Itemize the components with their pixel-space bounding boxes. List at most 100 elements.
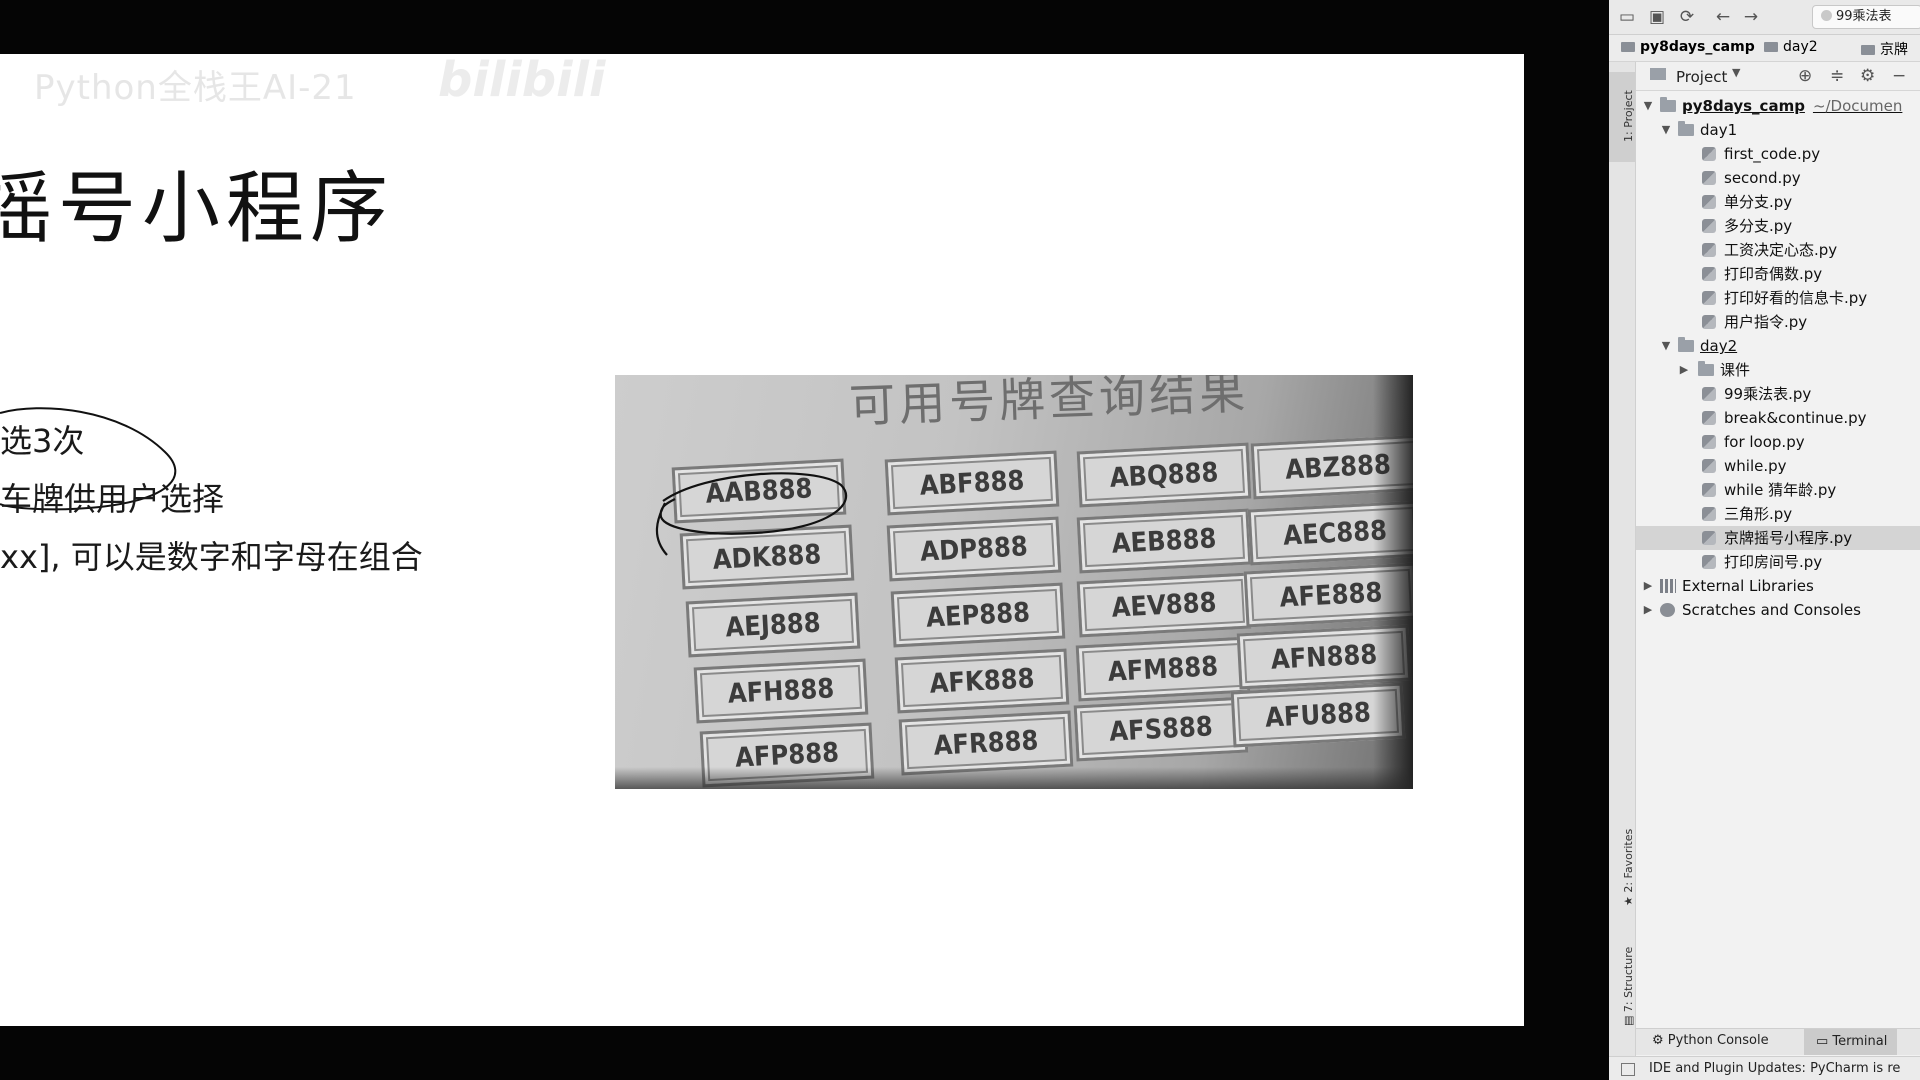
tree-file[interactable]: 打印奇偶数.py: [1636, 262, 1920, 286]
project-view-selector[interactable]: Project: [1676, 68, 1727, 86]
tree-file[interactable]: for loop.py: [1636, 430, 1920, 454]
bullet-text-3: xx], 可以是数字和字母在组合: [0, 538, 423, 576]
python-file-icon: [1821, 10, 1832, 21]
plate-afh888: AFH888: [693, 658, 869, 724]
plate-query-result-photo: 可用号牌查询结果 AAB888 ABF888 ABQ888 ABZ888 ADK…: [615, 375, 1413, 789]
plate-afr888: AFR888: [898, 710, 1074, 776]
python-file-icon: [1702, 267, 1716, 281]
tab-structure-tool[interactable]: ▤ 7: Structure: [1609, 922, 1635, 1032]
tree-file[interactable]: break&continue.py: [1636, 406, 1920, 430]
sync-icon[interactable]: ⟳: [1677, 7, 1697, 27]
open-folder-icon[interactable]: ▭: [1617, 7, 1637, 27]
tree-folder-courseware[interactable]: ▶ 课件: [1636, 358, 1920, 382]
python-console-icon: ⚙: [1652, 1033, 1668, 1048]
python-file-icon: [1702, 243, 1716, 257]
plate-aeb888: AEB888: [1076, 508, 1252, 574]
chevron-down-icon[interactable]: ▼: [1732, 66, 1740, 79]
plate-abq888: ABQ888: [1076, 442, 1252, 508]
tree-file[interactable]: 99乘法表.py: [1636, 382, 1920, 406]
tree-file[interactable]: while.py: [1636, 454, 1920, 478]
plate-abf888: ABF888: [884, 450, 1060, 516]
tab-python-console[interactable]: ⚙ Python Console: [1652, 1033, 1769, 1048]
tab-project-tool[interactable]: 1: Project: [1609, 72, 1635, 162]
plate-adp888: ADP888: [886, 516, 1062, 582]
run-config-selector[interactable]: 99乘法表: [1812, 5, 1920, 29]
hide-panel-icon[interactable]: −: [1892, 66, 1906, 86]
python-file-icon: [1702, 459, 1716, 473]
status-message[interactable]: IDE and Plugin Updates: PyCharm is re: [1649, 1061, 1900, 1076]
folder-icon: [1678, 121, 1694, 136]
python-file-icon: [1702, 219, 1716, 233]
tree-file[interactable]: first_code.py: [1636, 142, 1920, 166]
settings-gear-icon[interactable]: ⚙: [1860, 66, 1875, 86]
python-file-icon: [1702, 171, 1716, 185]
bullet-text-1: 选3次: [0, 422, 85, 460]
tree-file[interactable]: 多分支.py: [1636, 214, 1920, 238]
slide-title: 摇号小程序: [0, 164, 395, 254]
expand-arrow-icon[interactable]: ▼: [1660, 118, 1672, 142]
forward-arrow-icon[interactable]: →: [1741, 7, 1761, 27]
folder-icon: [1678, 337, 1694, 352]
watermark-text: Python全栈王AI-21: [34, 68, 357, 108]
folder-icon: [1698, 361, 1714, 376]
python-file-icon: [1861, 45, 1875, 55]
tree-scratches[interactable]: ▶ Scratches and Consoles: [1636, 598, 1920, 622]
bilibili-logo: bilibili: [438, 54, 606, 108]
breadcrumb-day2[interactable]: day2: [1764, 39, 1818, 55]
plate-afm888: AFM888: [1075, 636, 1251, 702]
tree-file[interactable]: while 猜年龄.py: [1636, 478, 1920, 502]
collapse-all-icon[interactable]: ≑: [1830, 66, 1844, 86]
tree-external-libraries[interactable]: ▶ External Libraries: [1636, 574, 1920, 598]
python-file-icon: [1702, 555, 1716, 569]
library-icon: [1660, 579, 1676, 593]
bullet-text-2: 车牌供用户选择: [0, 480, 225, 518]
collapse-arrow-icon[interactable]: ▶: [1642, 598, 1654, 622]
presentation-slide: Python全栈王AI-21 bilibili 摇号小程序 选3次 车牌供用户选…: [0, 54, 1524, 1026]
ide-toolbar: ▭ ▣ ⟳ ← → 99乘法表: [1609, 0, 1920, 35]
locate-target-icon[interactable]: ⊕: [1798, 66, 1812, 86]
tree-file[interactable]: 用户指令.py: [1636, 310, 1920, 334]
python-file-icon: [1702, 147, 1716, 161]
python-file-icon: [1702, 483, 1716, 497]
photo-header-text: 可用号牌查询结果: [848, 375, 1250, 433]
terminal-icon: ▭: [1816, 1034, 1833, 1049]
tree-file[interactable]: 三角形.py: [1636, 502, 1920, 526]
python-file-icon: [1702, 387, 1716, 401]
run-config-label: 99乘法表: [1836, 9, 1892, 24]
expand-arrow-icon[interactable]: ▼: [1660, 334, 1672, 358]
plate-aep888: AEP888: [890, 582, 1066, 648]
tree-folder-day2[interactable]: ▼ day2: [1636, 334, 1920, 358]
save-icon[interactable]: ▣: [1647, 7, 1667, 27]
python-file-icon: [1702, 291, 1716, 305]
plate-afs888: AFS888: [1073, 696, 1249, 762]
scratches-icon: [1660, 603, 1675, 617]
handwritten-plate-circle: [655, 472, 848, 556]
tab-favorites-tool[interactable]: ★ 2: Favorites: [1609, 802, 1635, 912]
navigation-breadcrumb: py8days_camp day2 京牌: [1609, 35, 1920, 62]
tree-file[interactable]: second.py: [1636, 166, 1920, 190]
breadcrumb-file[interactable]: 京牌: [1861, 39, 1908, 59]
tree-folder-day1[interactable]: ▼ day1: [1636, 118, 1920, 142]
collapse-arrow-icon[interactable]: ▶: [1642, 574, 1654, 598]
tab-terminal[interactable]: ▭ Terminal: [1804, 1029, 1898, 1055]
python-file-icon: [1702, 315, 1716, 329]
expand-arrow-icon[interactable]: ▼: [1642, 94, 1654, 118]
status-toggle-icon[interactable]: [1621, 1063, 1635, 1076]
status-bar: IDE and Plugin Updates: PyCharm is re: [1609, 1056, 1920, 1080]
python-file-icon: [1702, 507, 1716, 521]
tree-file-selected[interactable]: 京牌摇号小程序.py: [1636, 526, 1920, 550]
tree-file[interactable]: 打印房间号.py: [1636, 550, 1920, 574]
folder-icon: [1764, 42, 1778, 52]
folder-icon: [1660, 97, 1676, 112]
tree-file[interactable]: 工资决定心态.py: [1636, 238, 1920, 262]
collapse-arrow-icon[interactable]: ▶: [1678, 358, 1690, 382]
bottom-tool-tabs: ⚙ Python Console ▭ Terminal: [1636, 1028, 1920, 1055]
tool-window-strip: 1: Project ★ 2: Favorites ▤ 7: Structure: [1609, 62, 1636, 1062]
back-arrow-icon[interactable]: ←: [1713, 7, 1733, 27]
tree-root-project[interactable]: ▼ py8days_camp ~/Documen: [1636, 94, 1920, 118]
python-file-icon: [1702, 195, 1716, 209]
tree-file[interactable]: 打印好看的信息卡.py: [1636, 286, 1920, 310]
plate-afk888: AFK888: [894, 648, 1070, 714]
breadcrumb-project[interactable]: py8days_camp: [1621, 39, 1755, 55]
tree-file[interactable]: 单分支.py: [1636, 190, 1920, 214]
